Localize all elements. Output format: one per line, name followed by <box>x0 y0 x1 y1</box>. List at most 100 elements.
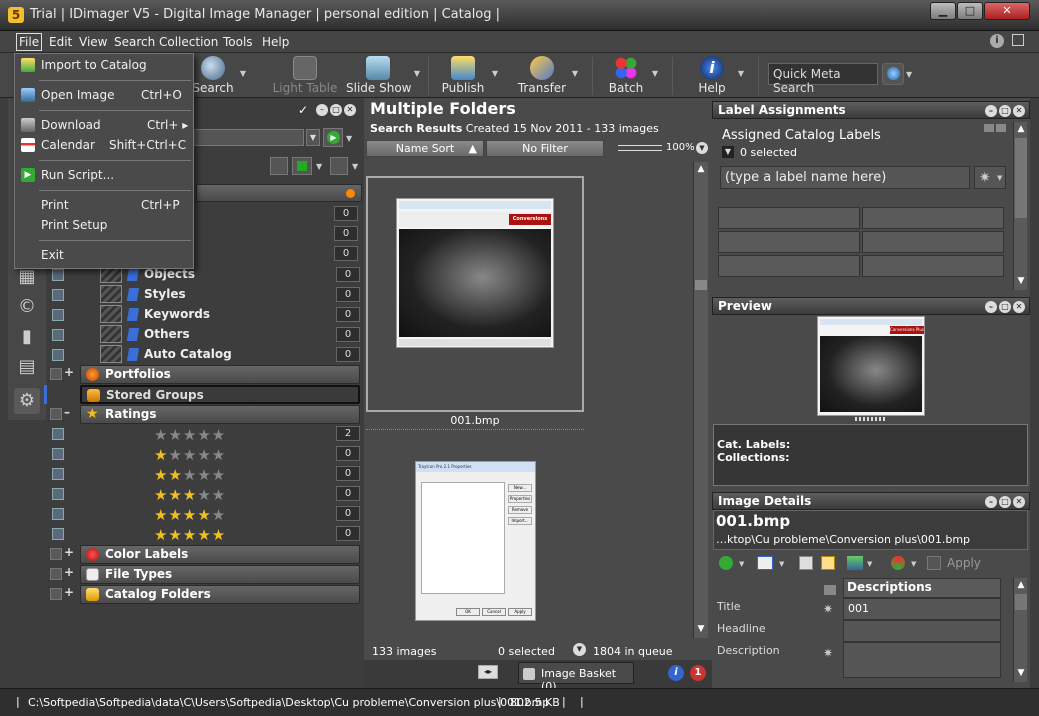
chevron-down-icon[interactable]: ▼ <box>779 560 784 568</box>
label-grid-cell[interactable] <box>718 255 860 277</box>
scroll-thumb[interactable] <box>695 280 707 290</box>
menu-item-import-to-catalog[interactable]: Import to Catalog <box>15 55 193 75</box>
stored-groups-section[interactable]: Stored Groups <box>80 385 360 404</box>
label-grid-cell[interactable] <box>718 207 860 229</box>
maximize-panel-icon[interactable]: □ <box>999 301 1011 313</box>
catalog-labels-header[interactable] <box>196 184 362 202</box>
menu-item-calendar[interactable]: Calendar Shift+Ctrl+C <box>15 135 193 155</box>
scroll-thumb[interactable] <box>1015 594 1027 610</box>
rating-row-2[interactable]: ★★★★★ 0 <box>50 464 360 484</box>
scroll-up-icon[interactable]: ▲ <box>695 164 707 176</box>
scroll-thumb[interactable] <box>1015 138 1027 218</box>
rating-row-5[interactable]: ★★★★★ 0 <box>50 524 360 544</box>
edit-field-icon[interactable]: ✷ <box>823 646 833 660</box>
publish-button[interactable]: Publish ▼ <box>438 53 498 98</box>
expand-box[interactable] <box>50 368 62 380</box>
paste-icon[interactable] <box>821 556 835 570</box>
refresh-icon[interactable] <box>891 556 905 570</box>
menu-file[interactable]: File <box>16 33 43 51</box>
catalog-item-auto-catalog[interactable]: Auto Catalog 0 <box>50 345 360 365</box>
menu-search[interactable]: Search <box>114 35 155 49</box>
expand-box[interactable] <box>50 588 62 600</box>
maximize-panel-icon[interactable]: □ <box>330 104 342 116</box>
scroll-up-icon[interactable]: ▲ <box>1015 580 1027 592</box>
tree-tool-button-2[interactable] <box>330 157 348 175</box>
chart-icon[interactable]: ▮ <box>14 324 40 350</box>
gear-icon[interactable]: ⚙ <box>14 388 40 414</box>
minimize-panel-icon[interactable]: – <box>316 104 328 116</box>
close-panel-icon[interactable]: ✕ <box>1013 496 1025 508</box>
sync-icon[interactable] <box>719 556 733 570</box>
chevron-down-icon[interactable]: ▼ <box>492 69 498 78</box>
tab-switch-icon[interactable]: ◂▸ <box>478 665 498 679</box>
label-scrollbar[interactable]: ▲ ▼ <box>1013 122 1027 290</box>
portfolios-section[interactable]: Portfolios <box>80 365 360 384</box>
details-scrollbar[interactable]: ▲ ▼ <box>1013 578 1027 682</box>
zoom-dropdown-icon[interactable]: ▼ <box>696 142 708 154</box>
tree-tool-button-1[interactable] <box>270 157 288 175</box>
catalog-go-button[interactable]: ▶ <box>323 128 343 147</box>
headline-field[interactable] <box>843 620 1001 642</box>
maximize-panel-icon[interactable]: □ <box>999 105 1011 117</box>
label-name-input[interactable]: (type a label name here) <box>720 166 970 189</box>
ratings-section[interactable]: ★ Ratings <box>80 405 360 424</box>
slide-show-button[interactable]: Slide Show ▼ <box>346 53 420 98</box>
apply-template-icon[interactable] <box>847 556 863 570</box>
title-field[interactable]: 001 <box>843 598 1001 620</box>
chevron-down-icon[interactable]: ▼ <box>316 162 322 171</box>
scroll-up-icon[interactable]: ▲ <box>1015 124 1027 136</box>
notification-badge[interactable]: 1 <box>690 665 706 681</box>
maximize-panel-icon[interactable]: □ <box>999 496 1011 508</box>
close-button[interactable]: ✕ <box>984 2 1030 20</box>
catalog-search-dropdown[interactable]: ▼ <box>306 129 320 146</box>
checkbox[interactable] <box>52 508 64 520</box>
catalog-item-styles[interactable]: Styles 0 <box>50 285 360 305</box>
copy-icon[interactable] <box>799 556 813 570</box>
search-tool-button[interactable]: Search ▼ <box>190 53 246 98</box>
info-icon[interactable]: i <box>990 34 1004 48</box>
pin-icon[interactable]: ✓ <box>298 103 308 117</box>
expand-box[interactable] <box>50 408 62 420</box>
checkbox[interactable] <box>52 448 64 460</box>
menu-item-exit[interactable]: Exit <box>15 245 193 265</box>
checkbox[interactable] <box>52 428 64 440</box>
view-toggle-icon[interactable] <box>984 124 994 132</box>
thumbnail-image[interactable]: Conversions Plus <box>396 198 554 348</box>
quick-meta-search-input[interactable]: Quick Meta Search <box>768 63 878 95</box>
close-panel-icon[interactable]: ✕ <box>1013 105 1025 117</box>
catalog-search-input[interactable] <box>194 129 304 146</box>
chevron-down-icon[interactable]: ▼ <box>738 69 744 78</box>
scroll-down-icon[interactable]: ▼ <box>1015 276 1027 288</box>
thumbnail-image-2[interactable]: TrayIcon Pro 2.1 Properties New... Prope… <box>415 461 536 621</box>
edit-field-icon[interactable]: ✷ <box>823 602 833 616</box>
chevron-down-icon[interactable]: ▼ <box>240 69 246 78</box>
tab-image-basket[interactable]: Image Basket (0) <box>518 662 634 693</box>
transfer-button[interactable]: Transfer ▼ <box>516 53 578 98</box>
apply-button[interactable]: Apply <box>947 556 981 570</box>
menu-collection[interactable]: Collection <box>159 35 218 49</box>
thumbnail-scrollbar[interactable]: ▲ ▼ <box>693 162 708 638</box>
menu-item-print-setup[interactable]: Print Setup <box>15 215 193 235</box>
minimize-panel-icon[interactable]: – <box>985 105 997 117</box>
chevron-down-icon[interactable]: ▼ <box>346 134 352 143</box>
menu-item-run-script[interactable]: ▶ Run Script... <box>15 165 193 185</box>
checklist-icon[interactable] <box>757 556 773 570</box>
menu-edit[interactable]: Edit <box>49 35 72 49</box>
light-table-button[interactable]: Light Table <box>272 53 338 98</box>
menu-view[interactable]: View <box>79 35 107 49</box>
chevron-down-icon[interactable]: ▼ <box>652 69 658 78</box>
menu-tools[interactable]: Tools <box>223 35 253 49</box>
rating-row-4[interactable]: ★★★★★ 0 <box>50 504 360 524</box>
chevron-down-icon[interactable]: ▼ <box>867 560 872 568</box>
chevron-down-icon[interactable]: ▼ <box>414 69 420 78</box>
add-field-icon[interactable] <box>824 585 836 595</box>
checkbox[interactable] <box>52 488 64 500</box>
no-filter-button[interactable]: No Filter <box>486 140 604 157</box>
preview-image[interactable]: Conversions Plus <box>817 316 925 416</box>
close-panel-icon[interactable]: ✕ <box>344 104 356 116</box>
label-grid-cell[interactable] <box>862 255 1004 277</box>
info-icon[interactable]: i <box>668 665 684 681</box>
checkbox[interactable] <box>52 329 64 341</box>
dropdown-icon[interactable]: ▼ <box>722 146 734 158</box>
checkbox[interactable] <box>52 289 64 301</box>
